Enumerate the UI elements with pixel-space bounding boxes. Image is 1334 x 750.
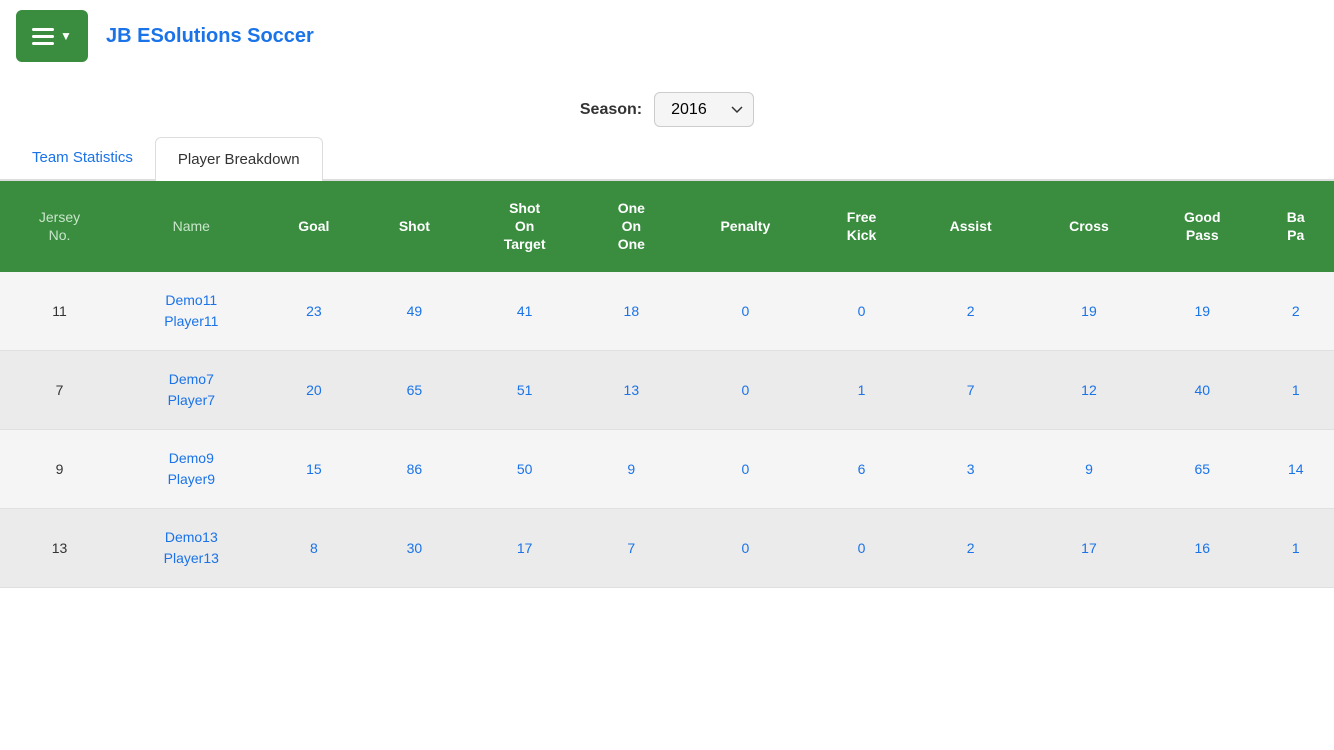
cell-bad-pass: 2 (1257, 272, 1334, 351)
cell-shot-on-target: 50 (465, 429, 585, 508)
col-free-kick: FreeKick (813, 181, 911, 272)
col-one-on-one: OneOnOne (585, 181, 678, 272)
col-bad-pass: BaPa (1257, 181, 1334, 272)
col-penalty: Penalty (678, 181, 813, 272)
cell-one-on-one: 7 (585, 508, 678, 587)
cell-assist: 3 (910, 429, 1030, 508)
cell-good-pass: 16 (1147, 508, 1257, 587)
cell-shot: 49 (364, 272, 465, 351)
cell-cross: 12 (1031, 350, 1147, 429)
cell-penalty: 0 (678, 429, 813, 508)
cell-jersey: 11 (0, 272, 119, 351)
cell-free-kick: 0 (813, 508, 911, 587)
tab-team-statistics[interactable]: Team Statistics (10, 137, 155, 181)
cell-assist: 2 (910, 508, 1030, 587)
cell-shot: 86 (364, 429, 465, 508)
table-row: 7 Demo7Player7 20 65 51 13 0 1 7 12 40 1 (0, 350, 1334, 429)
cell-bad-pass: 14 (1257, 429, 1334, 508)
season-row: Season: 2016 2015 2014 (0, 72, 1334, 137)
col-jersey: JerseyNo. (0, 181, 119, 272)
cell-good-pass: 65 (1147, 429, 1257, 508)
cell-one-on-one: 18 (585, 272, 678, 351)
col-good-pass: GoodPass (1147, 181, 1257, 272)
cell-cross: 19 (1031, 272, 1147, 351)
cell-shot-on-target: 17 (465, 508, 585, 587)
cell-jersey: 13 (0, 508, 119, 587)
cell-free-kick: 6 (813, 429, 911, 508)
tab-player-breakdown[interactable]: Player Breakdown (155, 137, 323, 181)
cell-one-on-one: 13 (585, 350, 678, 429)
cell-goal: 15 (264, 429, 365, 508)
tabs-bar: Team Statistics Player Breakdown (0, 137, 1334, 181)
cell-good-pass: 19 (1147, 272, 1257, 351)
cell-good-pass: 40 (1147, 350, 1257, 429)
col-assist: Assist (910, 181, 1030, 272)
cell-bad-pass: 1 (1257, 350, 1334, 429)
menu-icon (32, 28, 54, 45)
cell-name: Demo9Player9 (119, 429, 264, 508)
cell-name: Demo11Player11 (119, 272, 264, 351)
app-title: JB ESolutions Soccer (106, 25, 314, 48)
cell-shot-on-target: 41 (465, 272, 585, 351)
cell-jersey: 9 (0, 429, 119, 508)
col-shot: Shot (364, 181, 465, 272)
table-row: 11 Demo11Player11 23 49 41 18 0 0 2 19 1… (0, 272, 1334, 351)
table-header-row: JerseyNo. Name Goal Shot ShotOnTarget On… (0, 181, 1334, 272)
cell-goal: 20 (264, 350, 365, 429)
cell-name: Demo13Player13 (119, 508, 264, 587)
cell-goal: 8 (264, 508, 365, 587)
cell-assist: 2 (910, 272, 1030, 351)
table-row: 13 Demo13Player13 8 30 17 7 0 0 2 17 16 … (0, 508, 1334, 587)
cell-penalty: 0 (678, 350, 813, 429)
cell-shot: 30 (364, 508, 465, 587)
cell-penalty: 0 (678, 508, 813, 587)
cell-goal: 23 (264, 272, 365, 351)
cell-one-on-one: 9 (585, 429, 678, 508)
cell-name: Demo7Player7 (119, 350, 264, 429)
stats-table: JerseyNo. Name Goal Shot ShotOnTarget On… (0, 181, 1334, 588)
col-goal: Goal (264, 181, 365, 272)
season-select[interactable]: 2016 2015 2014 (654, 92, 754, 127)
cell-penalty: 0 (678, 272, 813, 351)
chevron-down-icon: ▼ (60, 29, 72, 43)
cell-free-kick: 1 (813, 350, 911, 429)
col-shot-on-target: ShotOnTarget (465, 181, 585, 272)
cell-cross: 17 (1031, 508, 1147, 587)
season-label: Season: (580, 101, 642, 119)
cell-free-kick: 0 (813, 272, 911, 351)
stats-table-wrapper: JerseyNo. Name Goal Shot ShotOnTarget On… (0, 181, 1334, 588)
cell-shot: 65 (364, 350, 465, 429)
cell-bad-pass: 1 (1257, 508, 1334, 587)
col-name: Name (119, 181, 264, 272)
cell-cross: 9 (1031, 429, 1147, 508)
cell-shot-on-target: 51 (465, 350, 585, 429)
table-row: 9 Demo9Player9 15 86 50 9 0 6 3 9 65 14 (0, 429, 1334, 508)
header: ▼ JB ESolutions Soccer (0, 0, 1334, 72)
col-cross: Cross (1031, 181, 1147, 272)
menu-button[interactable]: ▼ (16, 10, 88, 62)
cell-jersey: 7 (0, 350, 119, 429)
cell-assist: 7 (910, 350, 1030, 429)
